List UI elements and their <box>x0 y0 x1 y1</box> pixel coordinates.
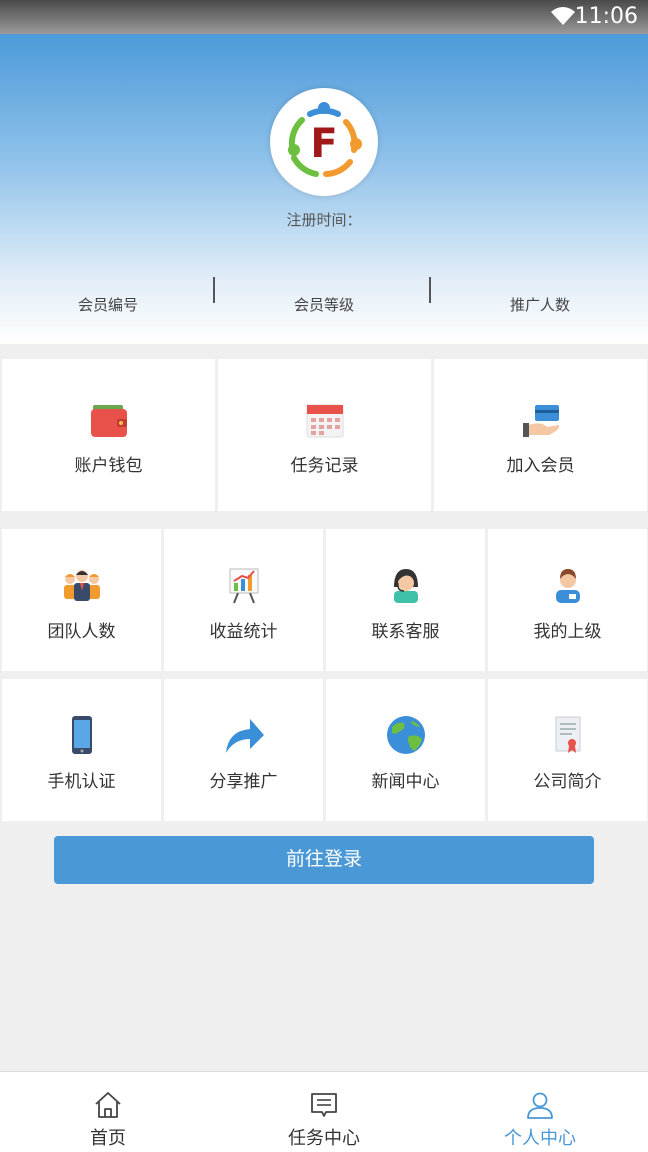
status-time: 11:06 <box>574 4 638 29</box>
bottom-tabbar: 首页 任务中心 个人中心 <box>0 1071 648 1152</box>
support-agent-icon <box>393 569 418 603</box>
tab-label: 任务中心 <box>288 1128 360 1149</box>
home-icon <box>95 1092 121 1118</box>
menu-contact-support[interactable]: 联系客服 <box>326 529 485 671</box>
globe-icon <box>386 716 425 754</box>
menu-label: 任务记录 <box>290 456 359 476</box>
menu-label: 联系客服 <box>371 622 440 642</box>
wifi-icon <box>551 7 575 25</box>
menu-task-records[interactable]: 任务记录 <box>218 359 431 511</box>
menu-news-center[interactable]: 新闻中心 <box>326 679 485 821</box>
tab-home[interactable]: 首页 <box>0 1072 216 1152</box>
menu-company-profile[interactable]: 公司简介 <box>488 679 647 821</box>
menu-row-1: 团队人数 收益统计 联系客服 我的上级 <box>0 527 648 671</box>
menu-my-superior[interactable]: 我的上级 <box>488 529 647 671</box>
menu-wallet[interactable]: 账户钱包 <box>2 359 215 511</box>
avatar[interactable]: F <box>270 88 378 196</box>
menu-row-2: 手机认证 分享推广 新闻中心 公司简介 <box>0 677 648 821</box>
menu-team-count[interactable]: 团队人数 <box>2 529 161 671</box>
share-arrow-icon <box>225 719 264 753</box>
logo-icon: F <box>274 92 374 192</box>
register-time: 注册时间： <box>286 211 362 229</box>
menu-label: 收益统计 <box>209 622 278 642</box>
user-icon <box>527 1092 553 1119</box>
menu-share-promote[interactable]: 分享推广 <box>164 679 323 821</box>
menu-label: 团队人数 <box>47 622 116 642</box>
calendar-icon <box>306 404 343 438</box>
phone-icon <box>71 716 92 754</box>
tab-personal-center[interactable]: 个人中心 <box>432 1072 648 1152</box>
menu-earnings-stats[interactable]: 收益统计 <box>164 529 323 671</box>
menu-label: 账户钱包 <box>74 456 143 476</box>
menu-phone-verify[interactable]: 手机认证 <box>2 679 161 821</box>
menu-join-member[interactable]: 加入会员 <box>434 359 647 511</box>
superior-user-icon <box>555 569 580 603</box>
profile-header: F 注册时间： 会员编号 会员等级 推广人数 <box>0 34 648 344</box>
logo-letter: F <box>310 121 337 167</box>
menu-label: 加入会员 <box>506 456 575 476</box>
member-stats: 会员编号 会员等级 推广人数 <box>0 274 648 324</box>
menu-label: 分享推广 <box>209 772 278 792</box>
tab-task-center[interactable]: 任务中心 <box>216 1072 432 1152</box>
menu-top: 账户钱包 任务记录 加入会员 <box>0 357 648 511</box>
wallet-icon <box>90 405 127 437</box>
message-icon <box>311 1093 337 1117</box>
card-hand-icon <box>522 405 559 437</box>
menu-label: 我的上级 <box>533 622 602 642</box>
certificate-icon <box>555 716 580 753</box>
menu-label: 公司简介 <box>533 772 602 792</box>
status-bar: 11:06 <box>0 0 648 34</box>
menu-label: 手机认证 <box>47 772 116 792</box>
member-level[interactable]: 会员等级 <box>216 294 432 315</box>
login-button[interactable]: 前往登录 <box>54 836 594 884</box>
member-number[interactable]: 会员编号 <box>0 294 216 315</box>
chart-board-icon <box>229 568 258 604</box>
team-icon <box>63 570 100 601</box>
referral-count[interactable]: 推广人数 <box>432 294 648 315</box>
menu-label: 新闻中心 <box>371 772 440 792</box>
tab-label: 首页 <box>90 1128 126 1149</box>
tab-label: 个人中心 <box>504 1128 576 1149</box>
